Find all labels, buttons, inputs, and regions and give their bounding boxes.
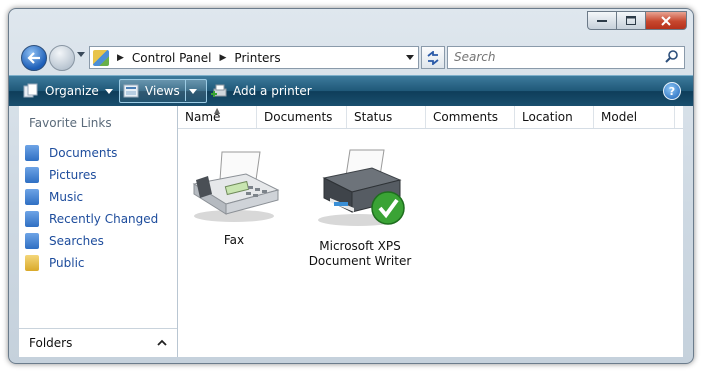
views-icon [123, 84, 139, 98]
maximize-icon [626, 16, 636, 25]
column-header-model[interactable]: Model [594, 106, 675, 128]
favorite-link-public[interactable]: Public [25, 252, 158, 274]
control-panel-icon [93, 49, 109, 66]
forward-button[interactable] [49, 45, 75, 71]
printer-name: Fax [223, 233, 245, 247]
add-printer-button[interactable]: Add a printer [211, 80, 312, 102]
search-icon[interactable] [665, 50, 678, 63]
favorite-link-recently-changed[interactable]: Recently Changed [25, 208, 158, 230]
caption-buttons [587, 11, 687, 30]
favorite-link-searches[interactable]: Searches [25, 230, 158, 252]
column-header-status[interactable]: Status [347, 106, 426, 128]
column-header-label: Model [601, 110, 638, 124]
favorite-links-heading: Favorite Links [29, 116, 112, 130]
printer-item-microsoft-xps[interactable]: Microsoft XPS Document Writer [308, 146, 412, 269]
column-header-documents[interactable]: Documents [257, 106, 347, 128]
command-toolbar: Organize Views Add a printer ? [9, 75, 693, 106]
printer-name-line1: Microsoft XPS [319, 239, 401, 253]
favorite-links-list: Documents Pictures Music Recently Change… [25, 142, 158, 274]
folders-toggle[interactable]: Folders [19, 328, 177, 357]
recent-pages-dropdown[interactable] [77, 52, 85, 57]
add-printer-icon [211, 84, 227, 97]
minimize-button[interactable] [587, 11, 617, 30]
views-split-divider [185, 79, 186, 101]
back-button[interactable] [21, 45, 47, 71]
navigation-pane: Favorite Links Documents Pictures Music … [19, 106, 178, 357]
breadcrumb-control-panel[interactable]: Control Panel [132, 51, 212, 65]
favorite-link-pictures[interactable]: Pictures [25, 164, 158, 186]
column-header-label: Status [354, 110, 393, 124]
back-arrow-icon [27, 52, 40, 64]
chevron-right-icon[interactable]: ▶ [220, 53, 227, 63]
column-header-label: Comments [433, 110, 499, 124]
recently-changed-icon [25, 211, 39, 227]
favorite-link-label: Recently Changed [49, 212, 159, 226]
views-button[interactable]: Views [123, 80, 180, 102]
folders-label: Folders [29, 336, 73, 350]
printer-name: Microsoft XPS Document Writer [308, 239, 412, 269]
search-input[interactable] [448, 47, 660, 66]
column-header-comments[interactable]: Comments [426, 106, 515, 128]
printer-icon [318, 149, 405, 226]
favorite-link-label: Pictures [49, 168, 97, 182]
file-list-pane: Name ▲ Documents Status Comments Locatio… [178, 106, 683, 357]
address-bar[interactable]: ▶ Control Panel ▶ Printers [89, 46, 419, 69]
views-label: Views [145, 84, 180, 98]
printer-item-fax[interactable]: Fax [182, 146, 286, 248]
close-icon [661, 15, 671, 26]
add-printer-label: Add a printer [233, 84, 312, 98]
explorer-window: ▶ Control Panel ▶ Printers Organize View… [8, 8, 694, 364]
navigation-bar: ▶ Control Panel ▶ Printers [19, 44, 685, 71]
printer-name-line2: Document Writer [308, 254, 412, 268]
refresh-button[interactable] [421, 46, 445, 69]
favorite-link-documents[interactable]: Documents [25, 142, 158, 164]
minimize-icon [597, 19, 607, 22]
favorite-link-label: Music [49, 190, 84, 204]
search-box[interactable] [447, 46, 685, 69]
refresh-icon [427, 50, 439, 65]
fax-icon [192, 151, 280, 222]
favorite-link-label: Documents [49, 146, 118, 160]
pictures-icon [25, 167, 39, 183]
views-dropdown-icon [189, 88, 197, 94]
documents-icon [25, 145, 39, 161]
organize-icon [23, 83, 38, 98]
column-header-row: Name ▲ Documents Status Comments Locatio… [178, 106, 683, 129]
organize-button[interactable]: Organize [23, 80, 113, 102]
searches-icon [25, 233, 39, 249]
views-dropdown-button[interactable] [187, 80, 197, 102]
chevron-right-icon[interactable]: ▶ [117, 53, 124, 63]
breadcrumb-printers[interactable]: Printers [234, 51, 280, 65]
address-dropdown-icon[interactable] [406, 55, 414, 60]
help-button[interactable]: ? [663, 82, 681, 100]
column-header-label: Documents [264, 110, 333, 124]
close-button[interactable] [646, 11, 687, 30]
favorite-link-label: Public [49, 256, 85, 270]
public-folder-icon [25, 255, 39, 271]
favorite-link-label: Searches [49, 234, 104, 248]
column-header-label: Location [522, 110, 573, 124]
music-icon [25, 189, 39, 205]
favorite-link-music[interactable]: Music [25, 186, 158, 208]
column-header-location[interactable]: Location [515, 106, 594, 128]
maximize-button[interactable] [617, 11, 646, 30]
organize-dropdown-icon [104, 88, 113, 94]
organize-label: Organize [45, 84, 99, 98]
sort-ascending-icon: ▲ [214, 106, 221, 115]
chevron-up-icon [157, 339, 167, 346]
